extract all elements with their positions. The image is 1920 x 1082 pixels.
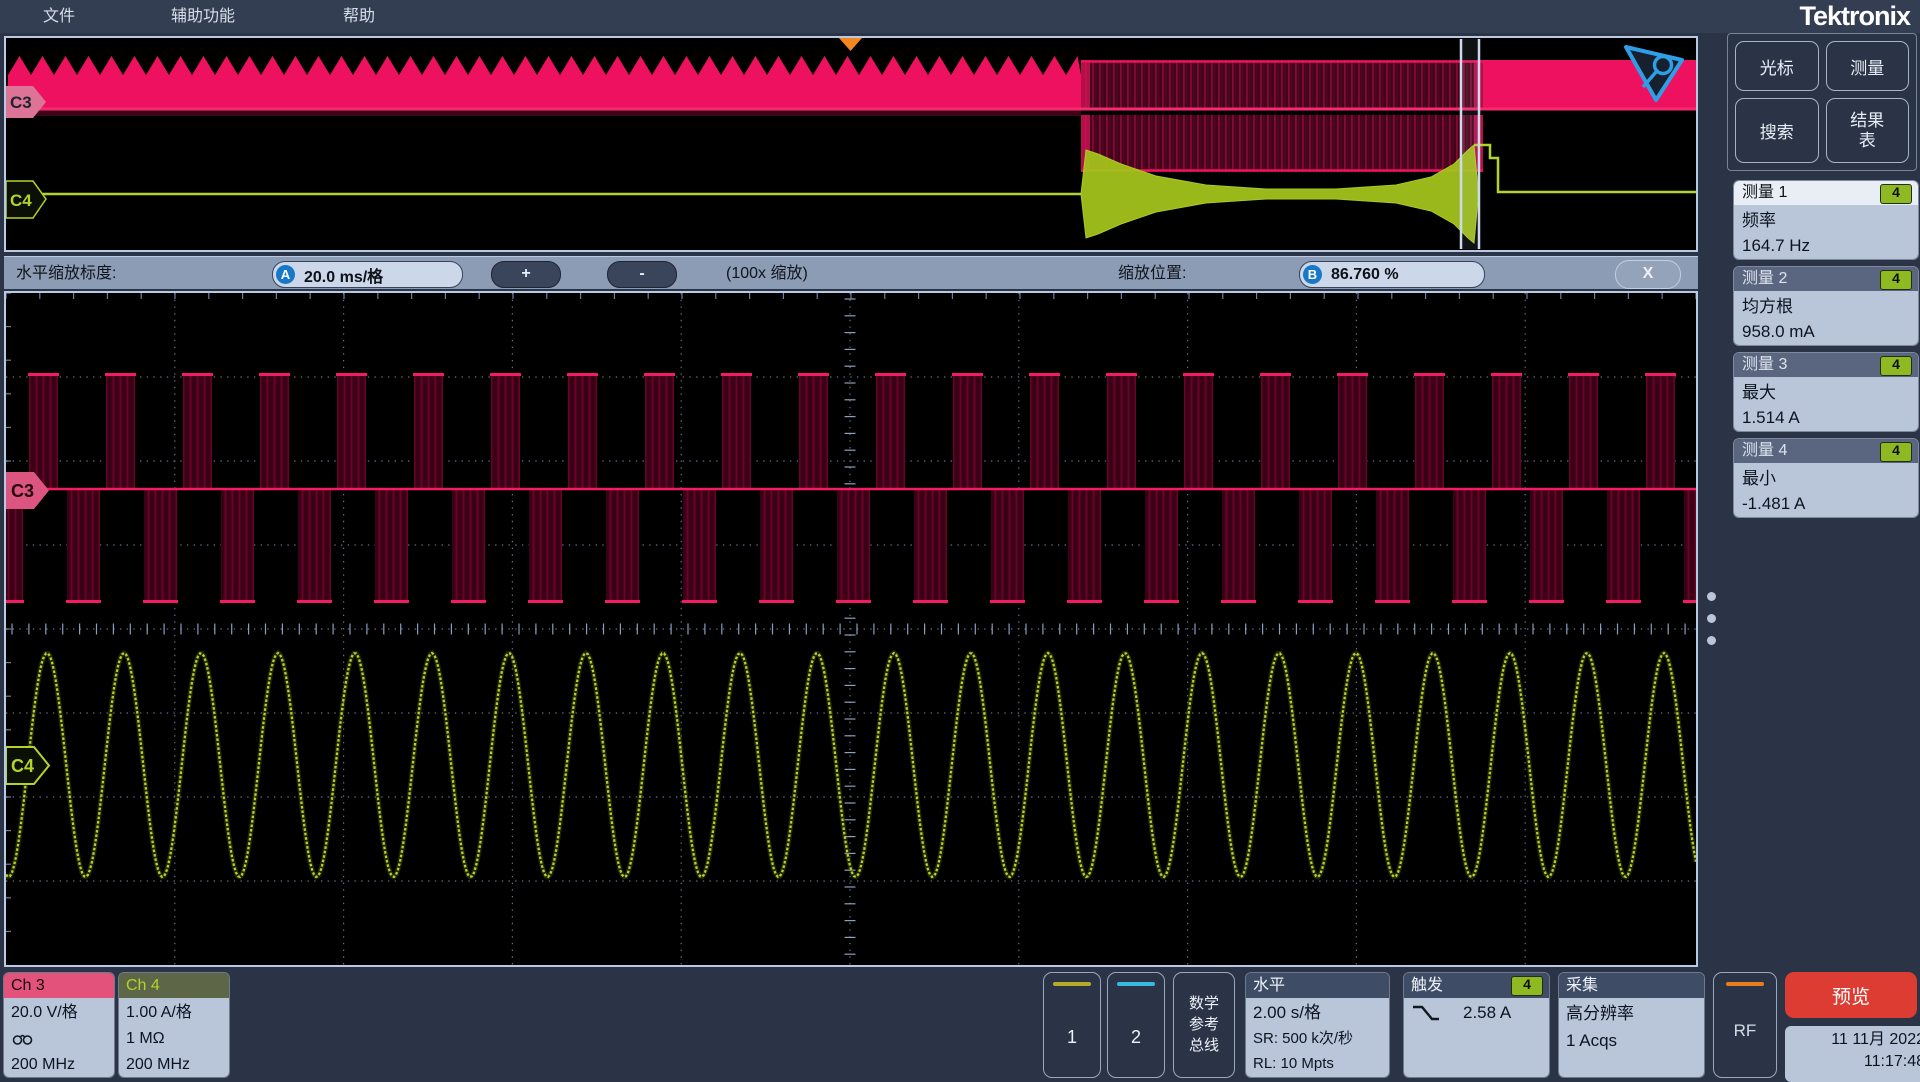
knob-a-icon: A [276, 265, 295, 284]
zoom-scale-value: 20.0 ms/格 [304, 263, 383, 287]
acquisition-badge[interactable]: 采集 高分辨率 1 Acqs [1558, 972, 1705, 1078]
trigger-position-icon[interactable] [839, 38, 862, 51]
waveform-1-color-chip [1053, 982, 1091, 986]
measurement-badge-1[interactable]: 测量 1 4 频率 164.7 Hz [1733, 180, 1919, 260]
channel-4-header: Ch 4 [119, 973, 229, 998]
measurement-2-header: 测量 2 4 [1734, 267, 1918, 291]
menu-file[interactable]: 文件 [43, 0, 75, 33]
zoom-position-control[interactable]: B 86.760 % [1299, 261, 1485, 288]
menu-help[interactable]: 帮助 [343, 0, 375, 33]
zoom-window-selector[interactable] [1461, 39, 1479, 249]
datetime-display: 11 11月 2022 11:17:48 [1785, 1026, 1920, 1082]
source-badge: 4 [1880, 356, 1912, 376]
waveform-2-button[interactable]: 2 [1107, 972, 1165, 1078]
horizontal-scale: 2.00 s/格 [1253, 1000, 1382, 1026]
measurement-name: 均方根 [1742, 294, 1910, 319]
zoom-factor-label: (100x 缩放) [726, 257, 808, 290]
search-button[interactable]: 搜索 [1735, 98, 1819, 163]
channel-4-badge[interactable]: Ch 4 1.00 A/格 1 MΩ 200 MHz [118, 972, 230, 1078]
measurement-1-header: 测量 1 4 [1734, 181, 1918, 205]
ch4-bandwidth: 200 MHz [126, 1052, 222, 1078]
knob-b-icon: B [1303, 265, 1322, 284]
record-length: RL: 10 Mpts [1253, 1051, 1382, 1076]
measurement-badge-4[interactable]: 测量 4 4 最小 -1.481 A [1733, 438, 1919, 518]
tektronix-logo: Tektronix [1799, 0, 1910, 33]
measurement-value: 164.7 Hz [1742, 233, 1910, 258]
cursor-button[interactable]: 光标 [1735, 41, 1819, 91]
svg-text:C3: C3 [10, 93, 32, 112]
trigger-header: 触发 4 [1404, 973, 1549, 998]
preview-button[interactable]: 预览 [1785, 972, 1917, 1018]
trigger-badge[interactable]: 触发 4 2.58 A [1403, 972, 1550, 1078]
sample-rate: SR: 500 k次/秒 [1253, 1026, 1382, 1051]
waveform-1-button[interactable]: 1 [1043, 972, 1101, 1078]
measurement-name: 频率 [1742, 208, 1910, 233]
svg-text:C4: C4 [11, 756, 34, 776]
svg-text:C4: C4 [10, 191, 32, 210]
falling-edge-icon [1411, 1003, 1441, 1023]
zoom-bar: 水平缩放标度: A 20.0 ms/格 + - (100x 缩放) 缩放位置: … [4, 256, 1698, 289]
overview-waveform[interactable]: C3 C4 [6, 38, 1696, 250]
svg-text:C3: C3 [11, 481, 34, 501]
ch3-bandwidth: 200 MHz [11, 1052, 107, 1078]
measurement-value: -1.481 A [1742, 491, 1910, 516]
zoom-in-button[interactable]: + [491, 261, 561, 288]
measurement-name: 最大 [1742, 380, 1910, 405]
main-c4-label[interactable]: C4 [6, 747, 49, 784]
overview-c4-label[interactable]: C4 [6, 181, 46, 218]
measurement-3-header: 测量 3 4 [1734, 353, 1918, 377]
zoom-close-button[interactable]: X [1615, 260, 1681, 289]
acquisition-count: 1 Acqs [1566, 1027, 1697, 1054]
rf-color-chip [1726, 982, 1764, 986]
zoom-position-label: 缩放位置: [1118, 257, 1186, 290]
zoom-scale-label: 水平缩放标度: [16, 257, 116, 290]
source-badge: 4 [1880, 270, 1912, 290]
date-text: 11 11月 2022 [1793, 1029, 1920, 1051]
horizontal-badge[interactable]: 水平 2.00 s/格 SR: 500 k次/秒 RL: 10 Mpts [1245, 972, 1390, 1078]
measurement-value: 1.514 A [1742, 405, 1910, 430]
probe-icon [11, 1026, 107, 1052]
measure-button[interactable]: 测量 [1826, 41, 1910, 91]
horizontal-header: 水平 [1246, 973, 1389, 998]
results-table-button[interactable]: 结果表 [1826, 98, 1910, 163]
trigger-source-badge: 4 [1511, 976, 1543, 996]
main-graticule: C3 C4 [4, 291, 1698, 967]
zoom-scale-control[interactable]: A 20.0 ms/格 [272, 261, 463, 288]
measurement-badge-2[interactable]: 测量 2 4 均方根 958.0 mA [1733, 266, 1919, 346]
source-badge: 4 [1880, 442, 1912, 462]
panel-drag-handle[interactable] [1707, 592, 1717, 658]
rf-button[interactable]: RF [1713, 972, 1777, 1078]
trigger-level: 2.58 A [1463, 1003, 1511, 1023]
overview-window: C3 C4 [4, 36, 1698, 252]
channel-3-header: Ch 3 [4, 973, 114, 998]
ch3-scale: 20.0 V/格 [11, 1000, 107, 1026]
ch4-scale: 1.00 A/格 [126, 1000, 222, 1026]
measurement-badge-3[interactable]: 测量 3 4 最大 1.514 A [1733, 352, 1919, 432]
measurement-4-header: 测量 4 4 [1734, 439, 1918, 463]
zoom-out-button[interactable]: - [607, 261, 677, 288]
time-text: 11:17:48 [1793, 1051, 1920, 1073]
source-badge: 4 [1880, 184, 1912, 204]
math-ref-bus-button[interactable]: 数学 参考 总线 [1173, 972, 1235, 1078]
measurement-name: 最小 [1742, 466, 1910, 491]
menu-bar: 文件 辅助功能 帮助 Tektronix [0, 0, 1920, 33]
ch4-impedance: 1 MΩ [126, 1026, 222, 1052]
acquisition-mode: 高分辨率 [1566, 1000, 1697, 1027]
measurement-value: 958.0 mA [1742, 319, 1910, 344]
acquisition-header: 采集 [1559, 973, 1704, 998]
analysis-button-panel: 光标 测量 搜索 结果表 [1727, 33, 1917, 171]
waveform-2-color-chip [1117, 982, 1155, 986]
zoom-position-value: 86.760 % [1331, 266, 1399, 284]
menu-utility[interactable]: 辅助功能 [171, 0, 235, 33]
channel-3-badge[interactable]: Ch 3 20.0 V/格 200 MHz [3, 972, 115, 1078]
main-waveform: C3 C4 [6, 293, 1696, 965]
